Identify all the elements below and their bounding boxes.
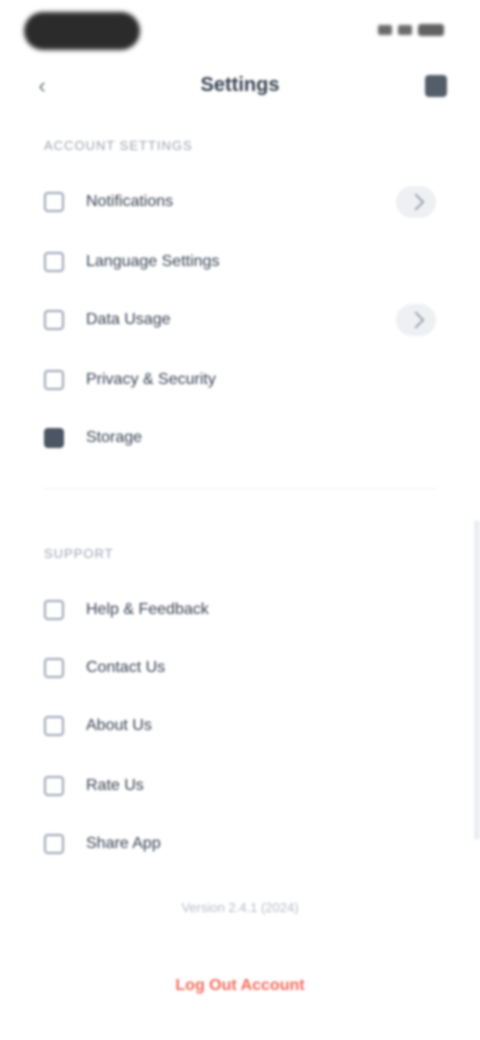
section-header-support: Support (44, 546, 114, 561)
scrollbar[interactable] (474, 520, 480, 840)
globe-icon (44, 252, 64, 272)
settings-item-label: Share App (86, 835, 161, 852)
star-icon (44, 776, 64, 796)
storage-icon (44, 428, 64, 448)
battery-icon (418, 24, 444, 36)
settings-item-rate[interactable]: Rate Us (32, 764, 452, 808)
status-indicators (378, 24, 444, 36)
settings-item-label: Contact Us (86, 659, 166, 676)
wifi-icon (398, 25, 412, 35)
section-divider (44, 488, 436, 489)
settings-item-label: Storage (86, 429, 143, 446)
more-button[interactable] (422, 74, 450, 98)
settings-screen: ‹ Settings Account Settings Notification… (0, 0, 480, 1040)
settings-item-about[interactable]: About Us (32, 704, 452, 748)
page-title: Settings (200, 74, 280, 96)
chevron-right-icon (407, 311, 425, 329)
settings-item-notifications[interactable]: Notifications (32, 180, 452, 224)
mail-icon (44, 658, 64, 678)
info-icon (44, 716, 64, 736)
status-time-pill (24, 12, 140, 50)
settings-item-label: Data Usage (86, 311, 171, 328)
settings-item-contact[interactable]: Contact Us (32, 646, 452, 690)
chevron-right-icon (407, 193, 425, 211)
grid-icon (425, 75, 447, 97)
settings-item-privacy[interactable]: Privacy & Security (32, 358, 452, 402)
share-icon (44, 834, 64, 854)
settings-item-help[interactable]: Help & Feedback (32, 588, 452, 632)
chart-icon (44, 310, 64, 330)
signal-icon (378, 25, 392, 35)
logout-button[interactable]: Log Out Account (150, 968, 330, 1004)
settings-item-label: Privacy & Security (86, 371, 216, 388)
settings-item-language[interactable]: Language Settings (32, 240, 452, 284)
lock-icon (44, 370, 64, 390)
app-version: Version 2.4.1 (2024) (181, 900, 299, 915)
settings-item-label: About Us (86, 717, 152, 734)
section-header-account: Account Settings (44, 138, 193, 153)
settings-item-label: Language Settings (86, 253, 220, 270)
settings-item-label: Rate Us (86, 777, 144, 794)
settings-item-label: Notifications (86, 193, 174, 210)
bell-icon (44, 192, 64, 212)
settings-item-data-usage[interactable]: Data Usage (32, 298, 452, 342)
settings-item-label: Help & Feedback (86, 601, 209, 618)
help-icon (44, 600, 64, 620)
settings-item-storage[interactable]: Storage (32, 416, 452, 460)
item-toggle[interactable] (396, 304, 436, 336)
status-bar (0, 0, 480, 60)
navigation-bar: ‹ Settings (0, 62, 480, 110)
settings-item-share[interactable]: Share App (32, 822, 452, 866)
item-toggle[interactable] (396, 186, 436, 218)
